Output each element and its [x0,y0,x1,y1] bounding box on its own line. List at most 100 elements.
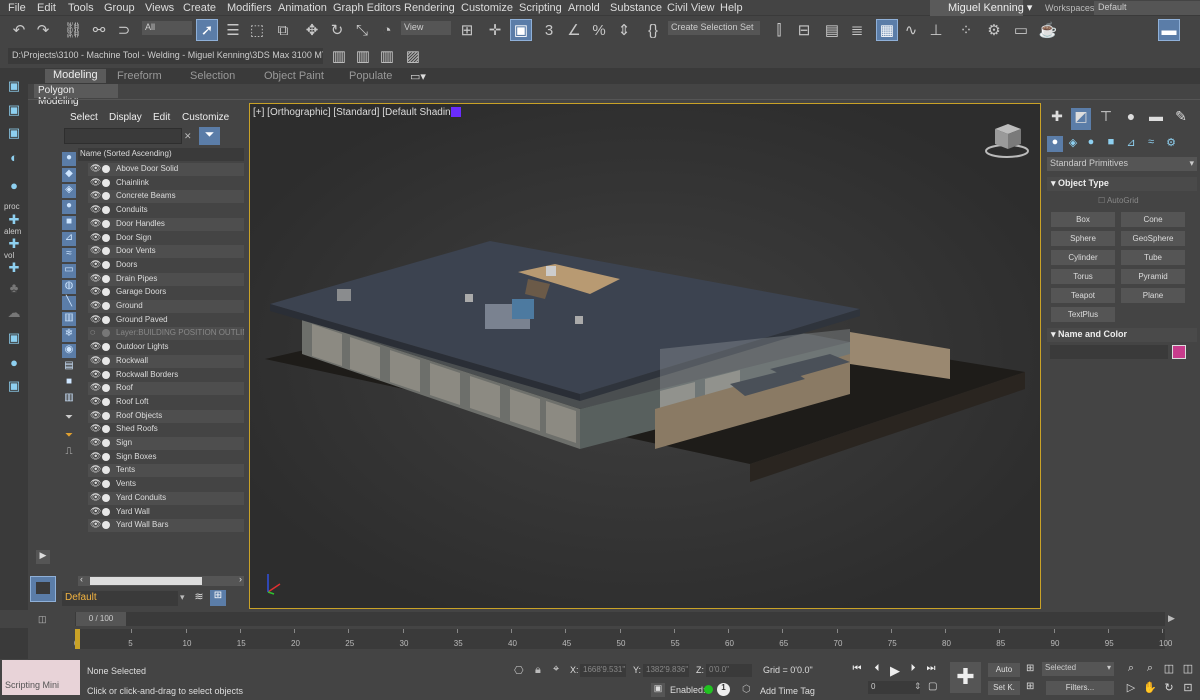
link-icon[interactable]: ⛓ [62,19,84,41]
freeze-toggle-icon[interactable] [102,370,110,379]
scene-tab-edit[interactable]: Edit [153,112,170,123]
menu-arnold[interactable]: Arnold [568,2,600,14]
rectangular-selection-icon[interactable]: ⬚ [246,19,268,41]
object-type-button[interactable]: Plane [1121,288,1185,303]
visibility-eye-icon[interactable]: 👁︎ [90,300,101,311]
cameras-icon[interactable]: ■ [1103,136,1119,152]
display-containers-icon[interactable]: ▥ [62,312,76,326]
spinner-snap-icon[interactable]: ⇕ [613,19,635,41]
display-xrefs-icon[interactable]: ◍ [62,280,76,294]
tab-populate[interactable]: Populate [349,70,392,82]
freeze-toggle-icon[interactable] [102,260,110,269]
scene-column-header[interactable]: Name (Sorted Ascending) [78,148,244,161]
freeze-toggle-icon[interactable] [102,302,110,310]
select-by-name-icon[interactable]: ☰ [222,19,244,41]
x-coordinate-field[interactable]: 1668'9.531" [580,664,626,677]
project-path-dropdown[interactable]: D:\Projects\3100 - Machine Tool - Weldin… [8,48,323,64]
visibility-eye-icon[interactable]: 👁︎ [90,177,101,188]
tree-icon[interactable]: ♣ [5,280,23,298]
rendered-frame-window-icon[interactable]: ▭ [1010,19,1032,41]
display-spacewarps-icon[interactable]: ≈ [62,248,76,262]
display-lights-icon[interactable]: ● [62,200,76,214]
visibility-eye-icon[interactable]: 👁︎ [90,396,101,407]
menu-help[interactable]: Help [720,2,743,14]
scene-list-item[interactable]: 👁︎ Drain Pipes [88,272,244,286]
scene-list-item[interactable]: 👁︎ Rockwall Borders [88,369,244,382]
geometry-icon[interactable]: ● [1047,136,1063,152]
object-type-button[interactable]: Teapot [1051,288,1115,303]
visibility-eye-icon[interactable]: 👁︎ [90,314,101,325]
scroll-right-icon[interactable]: › [239,574,242,584]
time-config-icon[interactable]: ▢ [928,681,937,692]
visibility-eye-icon[interactable]: 👁︎ [90,382,101,393]
save-icon[interactable]: ▬ [1158,19,1180,41]
visibility-eye-icon[interactable]: 👁︎ [90,464,101,475]
filter-settings-icon[interactable]: ⏷ [62,430,76,444]
edit-named-selection-icon[interactable]: {} [642,19,664,41]
object-type-button[interactable]: Cone [1121,212,1185,227]
hierarchy-tab-icon[interactable]: ⊤ [1096,108,1116,130]
scene-list-item[interactable]: 👁︎ Vents [88,478,244,491]
current-frame-field[interactable]: 0 [868,681,920,694]
user-account-menu[interactable]: Miguel Kenning ▾ [930,0,1032,16]
freeze-toggle-icon[interactable] [102,274,110,283]
layer-dropdown[interactable]: Default [62,591,178,606]
scene-list-item[interactable]: 👁︎ Roof Loft [88,396,244,409]
freeze-toggle-icon[interactable] [102,480,110,489]
visibility-eye-icon[interactable]: 👁︎ [90,423,101,434]
play-icon[interactable]: ▶ [888,663,902,678]
visibility-eye-icon[interactable]: 👁︎ [90,355,101,366]
visibility-eye-icon[interactable]: 👁︎ [90,273,101,284]
lights-icon[interactable]: ● [1083,136,1099,152]
menu-scripting[interactable]: Scripting [519,2,562,14]
menu-views[interactable]: Views [145,2,174,14]
menu-tools[interactable]: Tools [68,2,94,14]
visibility-eye-icon[interactable]: 👁︎ [90,410,101,421]
autogrid-checkbox[interactable]: ☐ AutoGrid [1098,196,1139,205]
timeline-toggle-icon[interactable]: ◫ [38,614,47,625]
scene-list-item[interactable]: 👁︎ Ground [88,300,244,313]
angle-snap-icon[interactable]: ∠ [563,19,585,41]
viewport-label[interactable]: [+] [Orthographic] [Standard] [Default S… [253,107,459,118]
menu-rendering[interactable]: Rendering [404,2,455,14]
toggle-layer-explorer-icon[interactable]: ≣ [846,19,868,41]
scene-list-item[interactable]: 👁︎ Outdoor Lights [88,341,244,354]
zoom-extents-icon[interactable]: ◫ [1162,662,1176,676]
visibility-eye-icon[interactable]: 👁︎ [90,341,101,352]
object-type-rollout[interactable]: ▾ Object Type [1047,177,1197,191]
project-folder-icon[interactable]: ▥ [328,45,350,67]
select-all-icon[interactable]: ▥ [62,392,76,406]
freeze-toggle-icon[interactable] [102,425,110,434]
playhead[interactable] [75,629,80,649]
viewport-orthographic[interactable] [249,103,1041,609]
visibility-eye-icon[interactable]: 👁︎ [90,437,101,448]
key-selection-dropdown[interactable]: Selected ▾ [1042,662,1114,676]
tab-object-paint[interactable]: Object Paint [264,70,324,82]
viewcube[interactable] [985,124,1029,158]
zoom-all-icon[interactable]: ⌕ [1143,662,1157,676]
field-of-view-icon[interactable]: ▷ [1124,681,1138,695]
material-editor-icon[interactable]: ⁘ [955,19,977,41]
scene-explorer-toggle[interactable] [30,576,56,602]
display-hidden-icon[interactable]: ◉ [62,344,76,358]
key-mode-icon[interactable]: ⊞ [1026,663,1034,674]
scene-list-item[interactable]: 👁︎ Door Sign [88,232,244,245]
selection-filter-dropdown[interactable]: All [142,21,192,35]
scene-tab-customize[interactable]: Customize [182,112,229,123]
visibility-eye-icon[interactable]: 👁︎ [90,478,101,489]
time-tag-icon[interactable]: ⬡ [742,684,751,695]
object-type-button[interactable]: Sphere [1051,231,1115,246]
go-to-end-icon[interactable]: ⏭ [924,663,938,677]
freeze-toggle-icon[interactable] [102,178,110,187]
project-image-icon[interactable]: ▨ [402,45,424,67]
menu-graph-editors[interactable]: Graph Editors [333,2,401,14]
visibility-eye-icon[interactable]: 👁︎ [90,286,101,297]
go-to-start-icon[interactable]: ⏮ [850,663,864,677]
visibility-eye-icon[interactable]: 👁︎ [90,259,101,270]
time-slider[interactable] [75,612,1165,626]
sphere-icon[interactable]: ◐ [5,150,23,168]
hierarchy-icon[interactable]: ⊞ [210,590,226,606]
sync-selection-icon[interactable]: ⎍ [62,446,76,460]
scene-list-item[interactable]: 👁︎ Ground Paved [88,314,244,327]
freeze-toggle-icon[interactable] [102,219,110,228]
